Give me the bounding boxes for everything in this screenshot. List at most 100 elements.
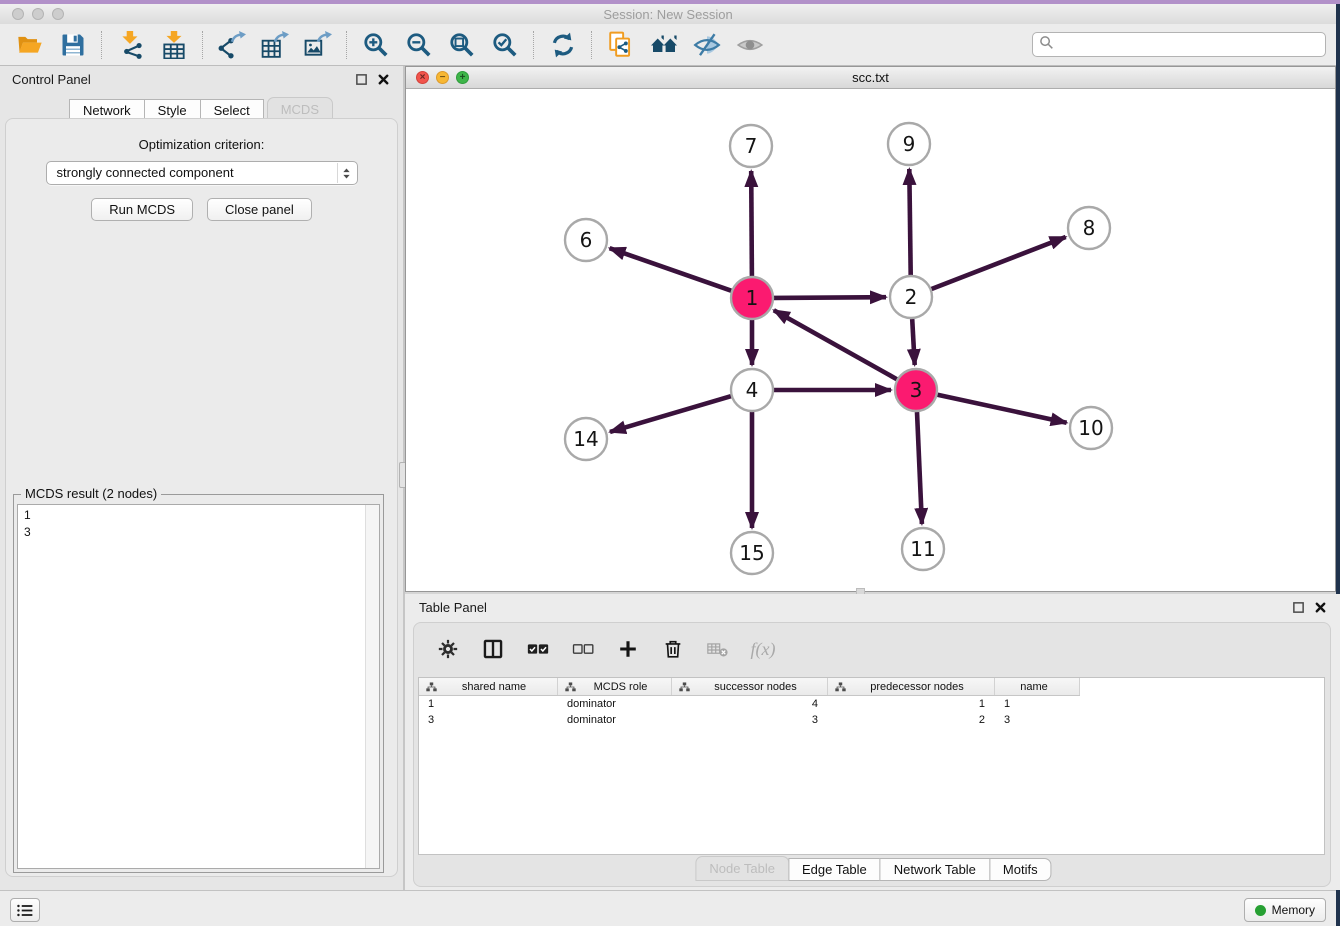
tab-network-table[interactable]: Network Table [880, 858, 990, 881]
trash-button[interactable] [659, 636, 687, 662]
search-box [1032, 32, 1326, 57]
graph-node-4[interactable]: 4 [731, 369, 773, 411]
table-cell[interactable]: 4 [672, 698, 828, 710]
tab-motifs[interactable]: Motifs [989, 858, 1052, 881]
column-header-mcds-role[interactable]: MCDS role [558, 678, 672, 695]
add-button[interactable] [614, 636, 642, 662]
zoom-fit-button[interactable] [440, 28, 483, 62]
search-input[interactable] [1054, 35, 1325, 55]
graph-node-7[interactable]: 7 [730, 125, 772, 167]
export-network-button[interactable] [210, 28, 253, 62]
task-history-button[interactable] [10, 898, 40, 922]
select-all-button[interactable] [524, 636, 552, 662]
graph-edge-3-1[interactable] [774, 310, 897, 379]
deselect-all-button[interactable] [569, 636, 597, 662]
graph-node-1[interactable]: 1 [731, 277, 773, 319]
graph-edge-2-8[interactable] [932, 237, 1066, 289]
refresh-icon [549, 31, 577, 59]
network-canvas[interactable]: 7 9 6 8 1 2 4 3 14 10 15 11 [406, 89, 1335, 591]
table-panel-close-button[interactable] [1313, 600, 1328, 615]
result-scrollbar[interactable] [365, 505, 379, 868]
table-cell[interactable]: 3 [419, 714, 558, 726]
open-folder-button[interactable] [8, 28, 51, 62]
graph-edge-3-11[interactable] [917, 412, 922, 524]
criterion-dropdown-value: strongly connected component [57, 165, 234, 180]
home-button[interactable] [642, 28, 685, 62]
table-cell[interactable]: 1 [995, 698, 1080, 710]
select-all-icon [527, 638, 549, 660]
graph-edge-1-6[interactable] [610, 248, 732, 291]
export-table-button[interactable] [253, 28, 296, 62]
close-panel-button[interactable]: Close panel [207, 198, 312, 221]
table-cell[interactable]: dominator [558, 714, 672, 726]
tab-node-table[interactable]: Node Table [695, 856, 789, 881]
svg-text:15: 15 [739, 541, 764, 565]
table-cell[interactable]: 2 [828, 714, 995, 726]
column-header-label: predecessor nodes [846, 681, 994, 693]
import-table-button[interactable] [152, 28, 195, 62]
session-title: Session: New Session [0, 7, 1336, 22]
graph-node-8[interactable]: 8 [1068, 207, 1110, 249]
table-panel-float-button[interactable] [1291, 600, 1306, 615]
hierarchy-icon [419, 682, 437, 692]
criterion-dropdown[interactable]: strongly connected component [46, 161, 358, 185]
table-cell[interactable]: 1 [828, 698, 995, 710]
control-panel-close-button[interactable] [376, 72, 391, 87]
run-mcds-button[interactable]: Run MCDS [91, 198, 193, 221]
graph-node-6[interactable]: 6 [565, 219, 607, 261]
trash-icon [662, 638, 684, 660]
zoom-in-button[interactable] [354, 28, 397, 62]
graph-node-3[interactable]: 3 [895, 369, 937, 411]
table-cell[interactable]: 3 [995, 714, 1080, 726]
table-cell[interactable]: 1 [419, 698, 558, 710]
zoom-selected-button[interactable] [483, 28, 526, 62]
column-header-shared-name[interactable]: shared name [419, 678, 558, 695]
import-network-button[interactable] [109, 28, 152, 62]
table-row[interactable]: 1dominator411 [419, 696, 1324, 712]
memory-label: Memory [1272, 903, 1315, 917]
open-folder-icon [16, 31, 44, 59]
graph-edge-1-2[interactable] [774, 297, 886, 298]
columns-button[interactable] [479, 636, 507, 662]
column-header-successor-nodes[interactable]: successor nodes [672, 678, 828, 695]
toolbar-separator [533, 31, 534, 59]
hierarchy-icon [672, 682, 690, 692]
graph-edge-3-10[interactable] [938, 395, 1067, 423]
table-row[interactable]: 3dominator323 [419, 712, 1324, 728]
control-panel: Control Panel NetworkStyleSelectMCDS Opt… [0, 66, 403, 890]
save-button[interactable] [51, 28, 94, 62]
zoom-out-button[interactable] [397, 28, 440, 62]
zoom-fit-icon [448, 31, 476, 59]
graph-node-10[interactable]: 10 [1070, 407, 1112, 449]
mcds-result-textarea[interactable]: 1 3 [17, 504, 380, 869]
eye-slash-button[interactable] [685, 28, 728, 62]
graph-edge-2-9[interactable] [909, 169, 910, 275]
graph-edge-4-14[interactable] [610, 396, 731, 432]
table-panel-header: Table Panel [405, 594, 1340, 622]
clone-network-button[interactable] [599, 28, 642, 62]
import-network-icon [117, 31, 145, 59]
control-panel-float-button[interactable] [354, 72, 369, 87]
graph-edge-1-7[interactable] [751, 171, 752, 276]
column-header-name[interactable]: name [995, 678, 1080, 695]
graph-node-14[interactable]: 14 [565, 418, 607, 460]
memory-button[interactable]: Memory [1244, 898, 1326, 922]
graph-node-11[interactable]: 11 [902, 528, 944, 570]
table-cell[interactable]: dominator [558, 698, 672, 710]
save-icon [59, 31, 87, 59]
column-header-predecessor-nodes[interactable]: predecessor nodes [828, 678, 995, 695]
gear-button[interactable] [434, 636, 462, 662]
toolbar-separator [101, 31, 102, 59]
control-panel-header: Control Panel [0, 66, 403, 94]
graph-node-15[interactable]: 15 [731, 532, 773, 574]
refresh-button[interactable] [541, 28, 584, 62]
graph-node-9[interactable]: 9 [888, 123, 930, 165]
eye-button[interactable] [728, 28, 771, 62]
export-image-button[interactable] [296, 28, 339, 62]
memory-status-dot [1255, 905, 1266, 916]
table-cell[interactable]: 3 [672, 714, 828, 726]
tab-edge-table[interactable]: Edge Table [788, 858, 881, 881]
dropdown-stepper-icon [337, 163, 356, 183]
graph-node-2[interactable]: 2 [890, 276, 932, 318]
graph-edge-2-3[interactable] [912, 319, 915, 365]
